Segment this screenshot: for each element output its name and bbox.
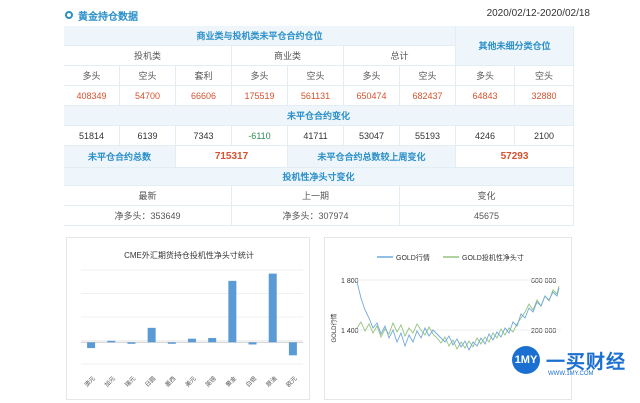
ytick-right: 200 000	[531, 328, 556, 335]
group-commercial-speculative: 商业类与投机类未平仓合约仓位	[64, 26, 456, 46]
value-cell: 175519	[232, 86, 288, 106]
bar	[228, 280, 237, 343]
bar	[87, 342, 96, 349]
bar	[188, 338, 196, 343]
value-cell: 32880	[515, 86, 574, 106]
bar	[208, 337, 217, 343]
net-header-prev: 上一期	[232, 186, 400, 206]
col-short: 空头	[515, 66, 574, 86]
value-cell: 66606	[176, 86, 232, 106]
bar	[107, 340, 116, 343]
bar-category-label: 原油	[264, 375, 278, 389]
bar	[167, 342, 176, 344]
bar	[288, 342, 297, 356]
ytick-left: 1 800	[341, 278, 359, 285]
sub-speculative: 投机类	[64, 46, 232, 66]
net-change: 45675	[400, 206, 574, 226]
change-cell: 53047	[344, 126, 400, 146]
net-prev: 净多头：307974	[232, 206, 400, 226]
col-spread: 套利	[176, 66, 232, 86]
oi-change-value: 57293	[456, 146, 574, 168]
line-chart-svg: GOLD行情 GOLD投机性净头寸 1 800 1 400 600 000 20…	[330, 253, 561, 352]
change-cell: -6110	[232, 126, 288, 146]
oi-total-value: 715317	[176, 146, 288, 168]
value-cell: 64843	[456, 86, 515, 106]
value-cell: 408349	[64, 86, 120, 106]
oi-total-label: 未平仓合约总数	[64, 146, 176, 168]
bar	[127, 342, 136, 344]
net-title: 投机性净头寸变化	[64, 168, 574, 186]
col-long: 多头	[344, 66, 400, 86]
sub-commercial: 商业类	[232, 46, 344, 66]
col-long: 多头	[64, 66, 120, 86]
bar-category-label: 日圆	[144, 375, 157, 388]
sub-total: 总计	[344, 46, 456, 66]
brand-name: 一买财经	[546, 352, 627, 373]
bar-category-label: 欧元	[284, 375, 298, 389]
change-cell: 51814	[64, 126, 120, 146]
brand-url: WWW.1MY.COM	[548, 371, 594, 377]
change-cell: 4246	[456, 126, 515, 146]
group-other: 其他未细分类仓位	[456, 26, 574, 66]
value-cell: 650474	[344, 86, 400, 106]
y-axis-label: GOLD行情	[330, 313, 338, 342]
bar-category-label: 白银	[244, 375, 258, 389]
circle-icon	[65, 11, 73, 19]
value-cell: 561131	[288, 86, 344, 106]
legend-net: GOLD投机性净头寸	[462, 253, 524, 262]
net-position-line	[356, 285, 560, 350]
col-long: 多头	[456, 66, 515, 86]
change-title: 未平仓合约变化	[64, 106, 574, 126]
bar-category-label: 墨西	[164, 375, 177, 388]
brand-watermark: 1MY 一买财经 WWW.1MY.COM	[512, 346, 632, 377]
oi-change-label: 未平仓合约总数较上周变化	[288, 146, 456, 168]
bar	[248, 342, 257, 345]
section-title: 黄金持仓数据	[78, 12, 138, 23]
change-cell: 41711	[288, 126, 344, 146]
bar-category-label: 瑞元	[123, 375, 137, 389]
bar-chart-svg: CME外汇期货持仓投机性净头寸统计 澳元 加元 瑞元 日圆 墨西 美元 英镑 黄金 白银 原油 欧元	[81, 250, 303, 389]
brand-logo-icon: 1MY	[512, 346, 540, 374]
change-cell: 6139	[120, 126, 176, 146]
bar	[147, 327, 156, 343]
col-short: 空头	[120, 66, 176, 86]
net-header-change: 变化	[400, 186, 574, 206]
ytick-left: 1 400	[341, 328, 359, 335]
change-cell: 2100	[515, 126, 574, 146]
bar-chart-title: CME外汇期货持仓投机性净头寸统计	[124, 250, 254, 260]
change-cell: 7343	[176, 126, 232, 146]
bar	[268, 273, 277, 343]
bar-category-label: 澳元	[83, 375, 97, 389]
col-long: 多头	[232, 66, 288, 86]
bar-category-label: 美元	[184, 375, 198, 389]
bar-category-label: 加元	[103, 375, 117, 389]
bar-category-label: 黄金	[224, 375, 238, 389]
legend-price: GOLD行情	[396, 253, 430, 262]
bar-category-label: 英镑	[204, 375, 218, 389]
col-short: 空头	[288, 66, 344, 86]
section-header: 黄金持仓数据 2020/02/12-2020/02/18	[62, 4, 590, 26]
gold-price-line	[356, 281, 560, 352]
net-position-bar-chart: CME外汇期货持仓投机性净头寸统计 澳元 加元 瑞元 日圆 墨西 美元 英镑 黄金 白银 原油 欧元	[66, 237, 310, 400]
ytick-right: 600 000	[531, 278, 556, 285]
col-short: 空头	[400, 66, 456, 86]
date-range: 2020/02/12-2020/02/18	[486, 8, 590, 19]
net-latest: 净多头：353649	[64, 206, 232, 226]
value-cell: 682437	[400, 86, 456, 106]
change-cell: 55193	[400, 126, 456, 146]
value-cell: 54700	[120, 86, 176, 106]
net-header-latest: 最新	[64, 186, 232, 206]
